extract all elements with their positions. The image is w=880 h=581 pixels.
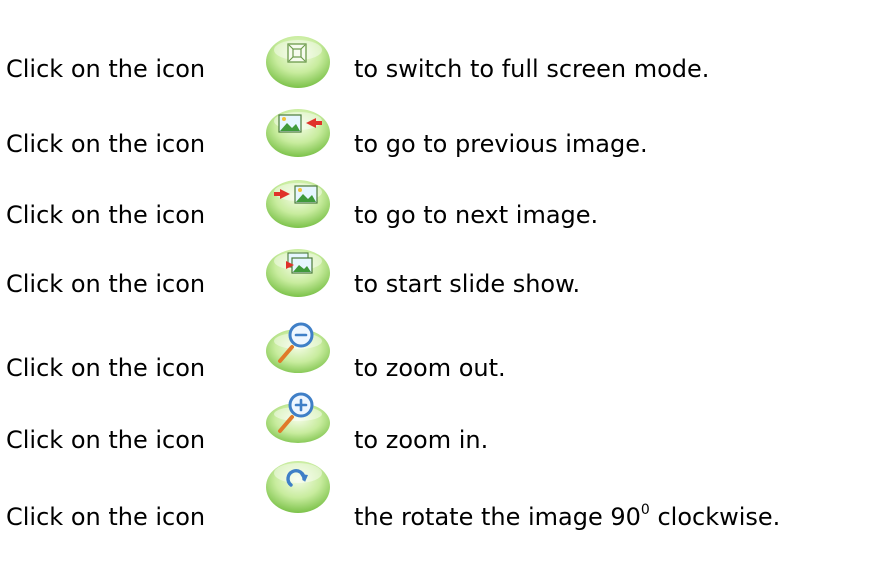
row-prefix: Click on the icon: [6, 426, 206, 454]
row-suffix: to start slide show.: [354, 270, 581, 298]
row-suffix-end: clockwise.: [649, 503, 781, 531]
row-suffix: to switch to full screen mode.: [354, 55, 710, 83]
help-document: Click on the icon to switch to full scre…: [0, 0, 880, 581]
degree-superscript: 0: [640, 502, 650, 518]
help-row-next-image: Click on the icon to go to next image.: [6, 176, 876, 236]
help-row-slideshow: Click on the icon to start slide show.: [6, 245, 876, 305]
row-suffix: to go to next image.: [354, 201, 599, 229]
help-row-rotate: Click on the icon the rotate the image 9…: [6, 455, 876, 531]
row-suffix: to zoom out.: [354, 354, 506, 382]
row-prefix: Click on the icon: [6, 55, 206, 83]
row-prefix: Click on the icon: [6, 354, 206, 382]
row-prefix: Click on the icon: [6, 201, 206, 229]
zoom-in-icon: [266, 392, 330, 443]
fullscreen-icon: [266, 36, 330, 88]
help-row-previous-image: Click on the icon to go to previous imag…: [6, 105, 876, 165]
zoom-out-icon: [266, 322, 330, 373]
row-prefix: Click on the icon: [6, 130, 206, 158]
row-suffix: to zoom in.: [354, 426, 489, 454]
row-suffix: to go to previous image.: [354, 130, 648, 158]
rotate-clockwise-icon: [266, 461, 330, 513]
help-row-zoom-in: Click on the icon to zoom in.: [6, 385, 876, 454]
help-row-zoom-out: Click on the icon to zoom out.: [6, 315, 876, 382]
row-suffix-text: the rotate the image 90: [354, 503, 641, 531]
row-prefix: Click on the icon: [6, 270, 206, 298]
slideshow-icon: [266, 249, 330, 297]
row-suffix: the rotate the image 900 clockwise.: [354, 502, 780, 532]
next-image-icon: [266, 180, 330, 228]
row-prefix: Click on the icon: [6, 503, 206, 531]
previous-image-icon: [266, 109, 330, 157]
help-row-fullscreen: Click on the icon to switch to full scre…: [6, 30, 876, 90]
